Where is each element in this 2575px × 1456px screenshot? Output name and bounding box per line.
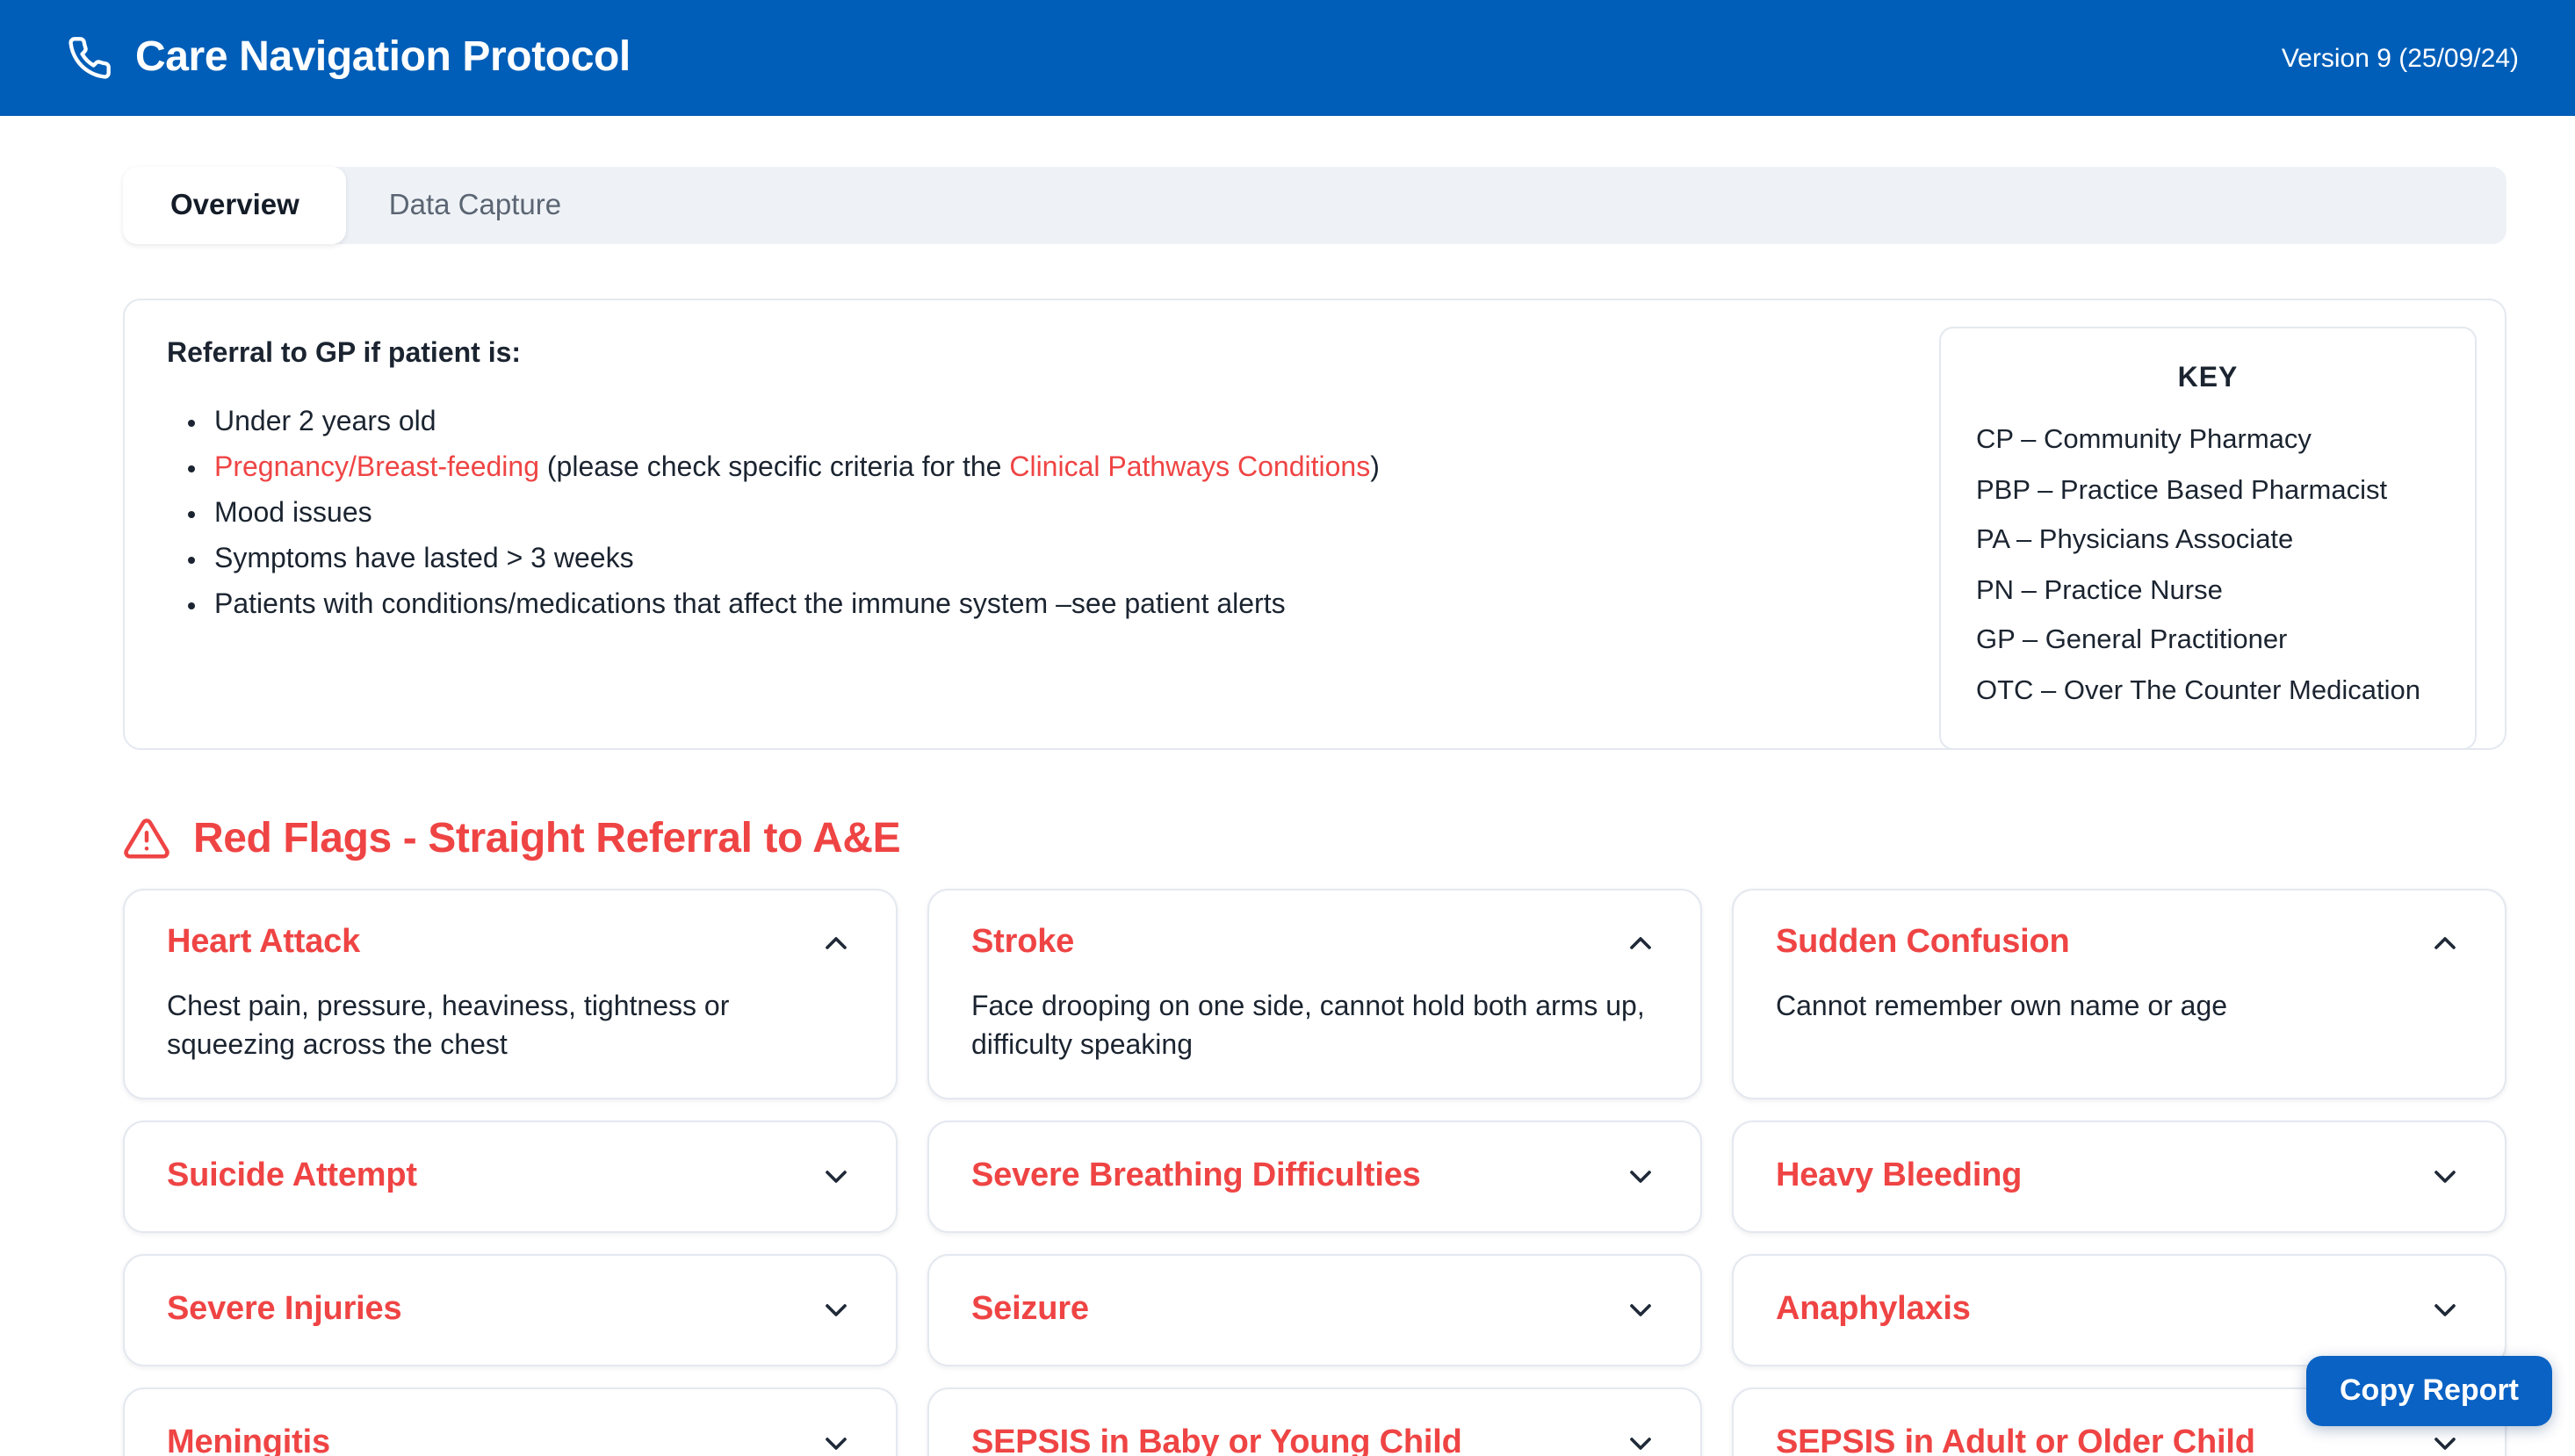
- referral-panel: Referral to GP if patient is: Under 2 ye…: [123, 299, 2506, 750]
- referral-item-under-2: Under 2 years old: [214, 400, 1883, 446]
- clinical-pathways-emphasis: Clinical Pathways Conditions: [1009, 453, 1370, 483]
- tab-bar: Overview Data Capture: [123, 167, 2506, 244]
- top-bar: Care Navigation Protocol Version 9 (25/0…: [0, 0, 2575, 116]
- key-entry-cp: CP – Community Pharmacy: [1976, 416, 2440, 466]
- phone-icon: [67, 35, 112, 81]
- card-sudden-confusion-header[interactable]: Sudden Confusion: [1776, 924, 2463, 962]
- card-title: Stroke: [971, 924, 1074, 962]
- card-title: SEPSIS in Adult or Older Child: [1776, 1424, 2255, 1456]
- card-severe-injuries[interactable]: Severe Injuries: [123, 1254, 898, 1366]
- card-severe-breathing-difficulties[interactable]: Severe Breathing Difficulties: [927, 1121, 1702, 1233]
- key-box: KEY CP – Community Pharmacy PBP – Practi…: [1939, 327, 2477, 750]
- card-title: Anaphylaxis: [1776, 1291, 1971, 1330]
- card-stroke: Stroke Face drooping on one side, cannot…: [927, 889, 1702, 1099]
- card-body: Face drooping on one side, cannot hold b…: [971, 989, 1658, 1066]
- card-title: Severe Injuries: [167, 1291, 401, 1330]
- key-title: KEY: [1976, 364, 2440, 395]
- tab-overview[interactable]: Overview: [123, 167, 347, 244]
- card-heavy-bleeding[interactable]: Heavy Bleeding: [1732, 1121, 2506, 1233]
- tab-overview-label: Overview: [170, 189, 299, 222]
- chevron-up-icon[interactable]: [819, 926, 854, 961]
- card-title: Heavy Bleeding: [1776, 1157, 2022, 1196]
- chevron-down-icon[interactable]: [819, 1293, 854, 1328]
- referral-item-immune: Patients with conditions/medications tha…: [214, 583, 1883, 629]
- pregnancy-emphasis: Pregnancy/Breast-feeding: [214, 453, 539, 483]
- pregnancy-note-close: ): [1370, 453, 1380, 483]
- card-stroke-header[interactable]: Stroke: [971, 924, 1658, 962]
- card-title: SEPSIS in Baby or Young Child: [971, 1424, 1462, 1456]
- referral-item-mood: Mood issues: [214, 492, 1883, 537]
- copy-report-button[interactable]: Copy Report: [2306, 1356, 2552, 1426]
- card-heart-attack-header[interactable]: Heart Attack: [167, 924, 854, 962]
- content-container: Overview Data Capture Referral to GP if …: [123, 167, 2506, 1456]
- red-flags-grid: Heart Attack Chest pain, pressure, heavi…: [123, 889, 2506, 1456]
- key-entry-pa: PA – Physicians Associate: [1976, 516, 2440, 566]
- chevron-down-icon[interactable]: [819, 1426, 854, 1456]
- chevron-down-icon[interactable]: [2427, 1426, 2463, 1456]
- chevron-down-icon[interactable]: [819, 1159, 854, 1194]
- card-sudden-confusion: Sudden Confusion Cannot remember own nam…: [1732, 889, 2506, 1099]
- version-label: Version 9 (25/09/24): [2282, 43, 2519, 73]
- card-body: Chest pain, pressure, heaviness, tightne…: [167, 989, 854, 1066]
- key-entry-pbp: PBP – Practice Based Pharmacist: [1976, 466, 2440, 516]
- page-title: Care Navigation Protocol: [135, 33, 631, 83]
- warning-triangle-icon: [123, 815, 170, 862]
- chevron-down-icon[interactable]: [1623, 1159, 1658, 1194]
- referral-list: Under 2 years old Pregnancy/Breast-feedi…: [167, 400, 1883, 629]
- referral-item-symptoms: Symptoms have lasted > 3 weeks: [214, 537, 1883, 583]
- key-entry-otc: OTC – Over The Counter Medication: [1976, 667, 2440, 717]
- key-entry-gp: GP – General Practitioner: [1976, 616, 2440, 667]
- red-flags-heading-label: Red Flags - Straight Referral to A&E: [193, 810, 900, 868]
- key-list: CP – Community Pharmacy PBP – Practice B…: [1976, 416, 2440, 717]
- card-meningitis[interactable]: Meningitis: [123, 1388, 898, 1456]
- card-title: Heart Attack: [167, 924, 360, 962]
- card-suicide-attempt[interactable]: Suicide Attempt: [123, 1121, 898, 1233]
- tab-data-capture-label: Data Capture: [389, 189, 561, 222]
- chevron-down-icon[interactable]: [1623, 1426, 1658, 1456]
- card-sepsis-baby-young-child[interactable]: SEPSIS in Baby or Young Child: [927, 1388, 1702, 1456]
- chevron-up-icon[interactable]: [2427, 926, 2463, 961]
- card-title: Severe Breathing Difficulties: [971, 1157, 1421, 1196]
- card-title: Sudden Confusion: [1776, 924, 2070, 962]
- card-title: Seizure: [971, 1291, 1089, 1330]
- chevron-down-icon[interactable]: [2427, 1293, 2463, 1328]
- key-entry-pn: PN – Practice Nurse: [1976, 566, 2440, 616]
- chevron-up-icon[interactable]: [1623, 926, 1658, 961]
- page: Care Navigation Protocol Version 9 (25/0…: [0, 0, 2575, 1456]
- chevron-down-icon[interactable]: [2427, 1159, 2463, 1194]
- red-flags-heading: Red Flags - Straight Referral to A&E: [123, 810, 2506, 868]
- referral-item-pregnancy: Pregnancy/Breast-feeding (please check s…: [214, 446, 1883, 492]
- card-title: Suicide Attempt: [167, 1157, 417, 1196]
- card-title: Meningitis: [167, 1424, 330, 1456]
- tab-data-capture[interactable]: Data Capture: [347, 167, 609, 244]
- pregnancy-note-text: (please check specific criteria for the: [539, 453, 1009, 483]
- chevron-down-icon[interactable]: [1623, 1293, 1658, 1328]
- card-seizure[interactable]: Seizure: [927, 1254, 1702, 1366]
- card-anaphylaxis[interactable]: Anaphylaxis: [1732, 1254, 2506, 1366]
- card-body: Cannot remember own name or age: [1776, 989, 2463, 1027]
- card-heart-attack: Heart Attack Chest pain, pressure, heavi…: [123, 889, 898, 1099]
- brand: Care Navigation Protocol: [67, 33, 631, 83]
